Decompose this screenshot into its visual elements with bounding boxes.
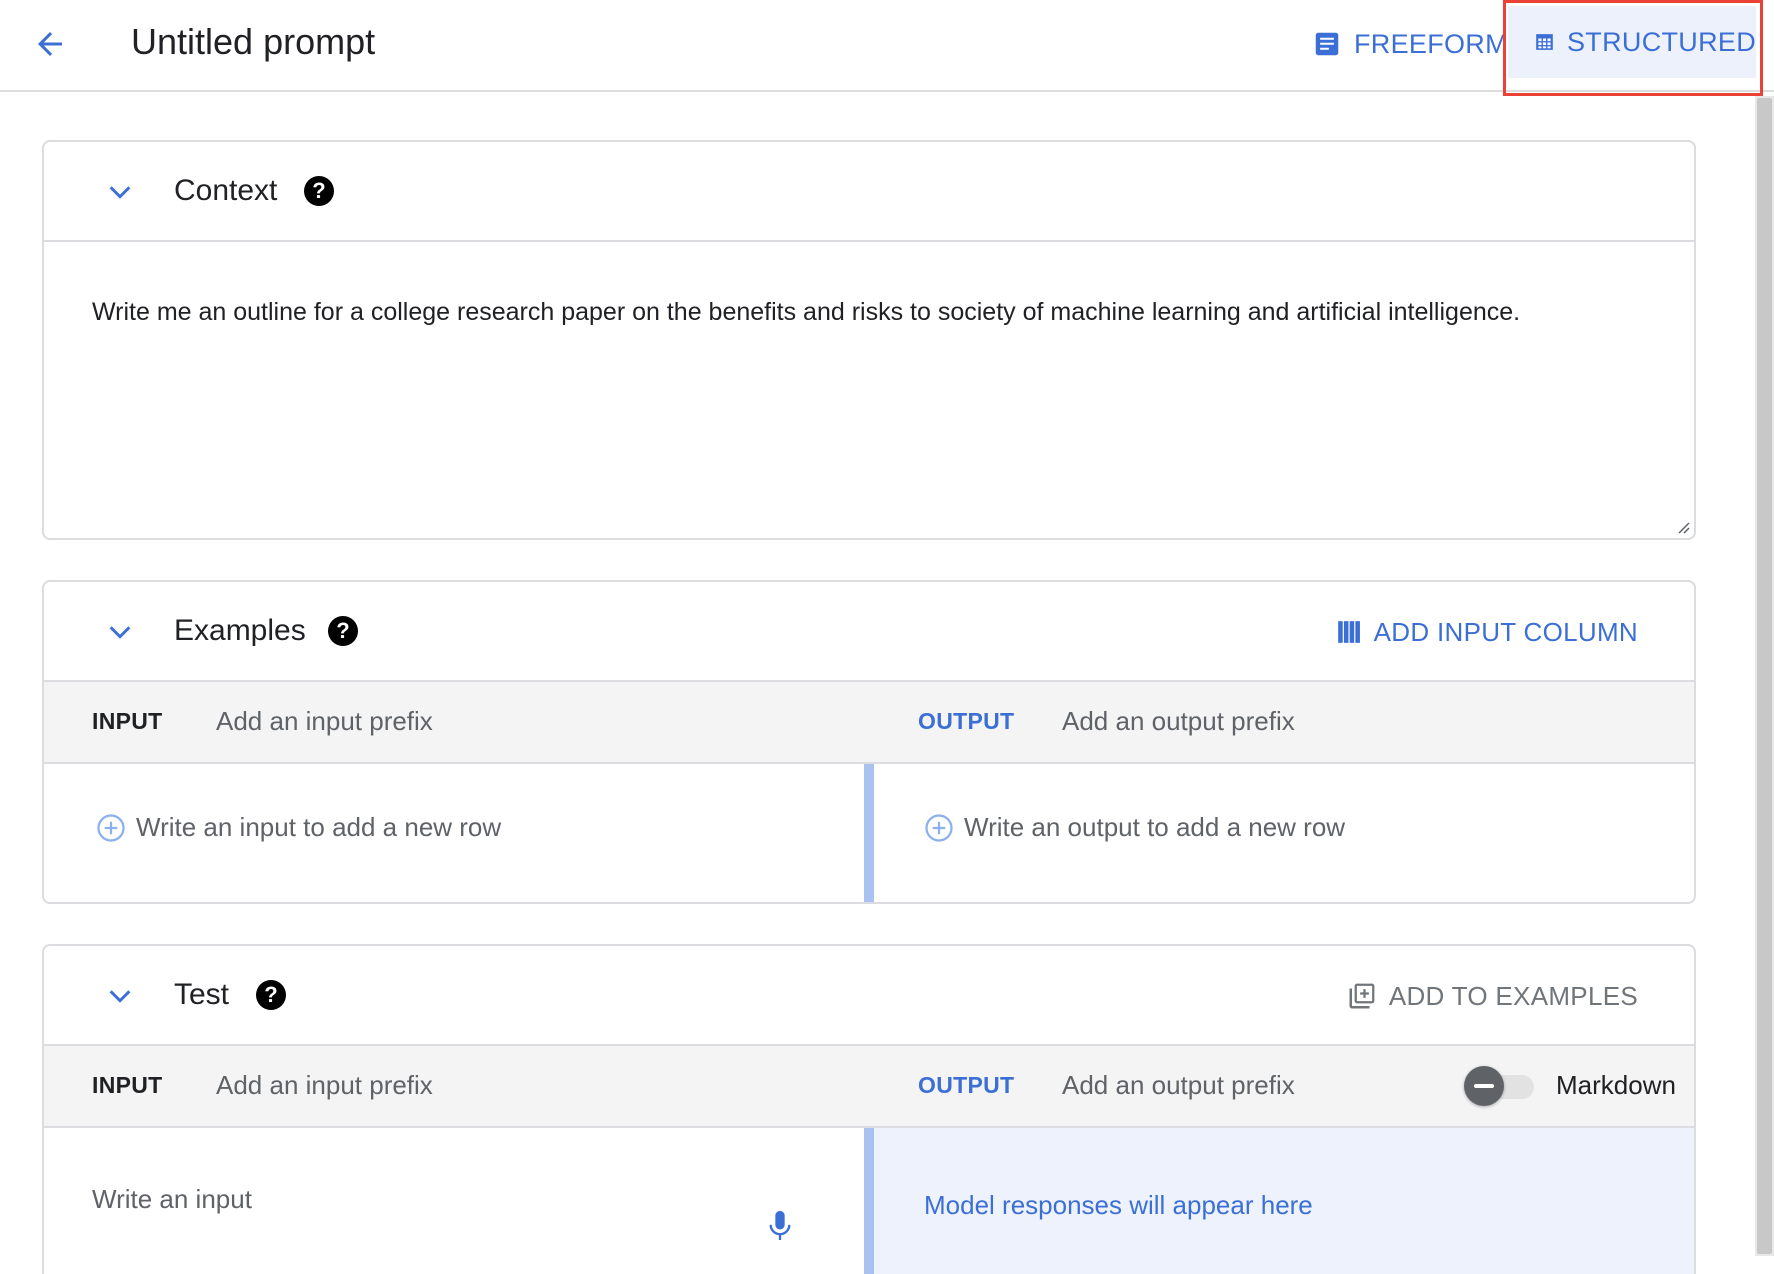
back-button[interactable] bbox=[26, 20, 74, 68]
markdown-label: Markdown bbox=[1556, 1070, 1676, 1100]
column-divider[interactable] bbox=[864, 764, 874, 902]
test-input-field[interactable]: Write an input bbox=[92, 1184, 252, 1215]
context-card: Context ? Write me an outline for a coll… bbox=[42, 140, 1696, 540]
add-output-row[interactable]: Write an output to add a new row bbox=[924, 812, 1345, 843]
help-icon[interactable]: ? bbox=[304, 176, 334, 206]
chevron-down-icon[interactable] bbox=[104, 616, 136, 648]
test-header: Test ? ADD TO EXAMPLES bbox=[44, 946, 1694, 1046]
input-prefix-field[interactable]: Add an input prefix bbox=[216, 706, 433, 737]
output-prefix-field[interactable]: Add an output prefix bbox=[1062, 706, 1295, 737]
examples-title: Examples bbox=[174, 614, 306, 647]
add-input-row[interactable]: Write an input to add a new row bbox=[96, 812, 501, 843]
library-add-icon bbox=[1349, 983, 1375, 1009]
markdown-toggle[interactable] bbox=[1464, 1066, 1536, 1106]
add-to-examples-button[interactable]: ADD TO EXAMPLES bbox=[1347, 972, 1638, 1020]
freeform-button[interactable]: FREEFORM bbox=[1312, 20, 1508, 68]
output-column-label: OUTPUT bbox=[918, 708, 1015, 734]
output-column-label: OUTPUT bbox=[918, 1072, 1015, 1098]
page-title: Untitled prompt bbox=[131, 21, 376, 62]
context-title: Context bbox=[174, 174, 278, 207]
test-prefix-row: INPUT Add an input prefix OUTPUT Add an … bbox=[44, 1046, 1694, 1128]
microphone-icon[interactable] bbox=[766, 1208, 794, 1244]
examples-data-row: Write an input to add a new row Write an… bbox=[44, 764, 1694, 902]
add-input-column-label: ADD INPUT COLUMN bbox=[1373, 616, 1638, 647]
help-icon[interactable]: ? bbox=[328, 616, 358, 646]
context-textarea[interactable]: Write me an outline for a college resear… bbox=[92, 294, 1652, 330]
context-header: Context ? bbox=[44, 142, 1694, 242]
input-prefix-field[interactable]: Add an input prefix bbox=[216, 1070, 433, 1101]
column-divider[interactable] bbox=[864, 1128, 874, 1274]
document-icon bbox=[1315, 32, 1339, 56]
add-circle-icon bbox=[97, 813, 125, 842]
examples-prefix-row: INPUT Add an input prefix OUTPUT Add an … bbox=[44, 682, 1694, 764]
structured-button[interactable]: STRUCTURED bbox=[1508, 6, 1756, 78]
test-data-row: Write an input Model responses will appe… bbox=[44, 1128, 1694, 1274]
add-circle-icon bbox=[925, 813, 953, 842]
resize-grip-icon[interactable] bbox=[1674, 518, 1690, 534]
examples-header: Examples ? ADD INPUT COLUMN bbox=[44, 582, 1694, 682]
model-response-placeholder: Model responses will appear here bbox=[924, 1190, 1313, 1220]
chevron-down-icon[interactable] bbox=[104, 176, 136, 208]
help-icon[interactable]: ? bbox=[256, 980, 286, 1010]
app-header: Untitled prompt FREEFORM STRUCTURED bbox=[0, 0, 1774, 92]
test-title: Test bbox=[174, 978, 230, 1011]
input-column-label: INPUT bbox=[92, 1072, 163, 1098]
table-icon bbox=[1536, 34, 1553, 50]
output-prefix-field[interactable]: Add an output prefix bbox=[1062, 1070, 1295, 1101]
add-input-row-label: Write an input to add a new row bbox=[136, 812, 502, 842]
columns-icon bbox=[1337, 621, 1360, 643]
structured-label: STRUCTURED bbox=[1567, 26, 1756, 57]
add-input-column-button[interactable]: ADD INPUT COLUMN bbox=[1336, 608, 1638, 656]
add-to-examples-label: ADD TO EXAMPLES bbox=[1388, 980, 1638, 1011]
test-card: Test ? ADD TO EXAMPLES INPUT Add an inpu… bbox=[42, 944, 1696, 1274]
input-column-label: INPUT bbox=[92, 708, 163, 734]
back-arrow-icon bbox=[38, 32, 62, 56]
toggle-off-icon bbox=[1464, 1066, 1504, 1106]
scrollbar-thumb[interactable] bbox=[1757, 98, 1772, 1254]
examples-card: Examples ? ADD INPUT COLUMN INPUT Add an… bbox=[42, 580, 1696, 904]
freeform-label: FREEFORM bbox=[1354, 28, 1508, 59]
add-output-row-label: Write an output to add a new row bbox=[964, 812, 1346, 842]
chevron-down-icon[interactable] bbox=[104, 980, 136, 1012]
